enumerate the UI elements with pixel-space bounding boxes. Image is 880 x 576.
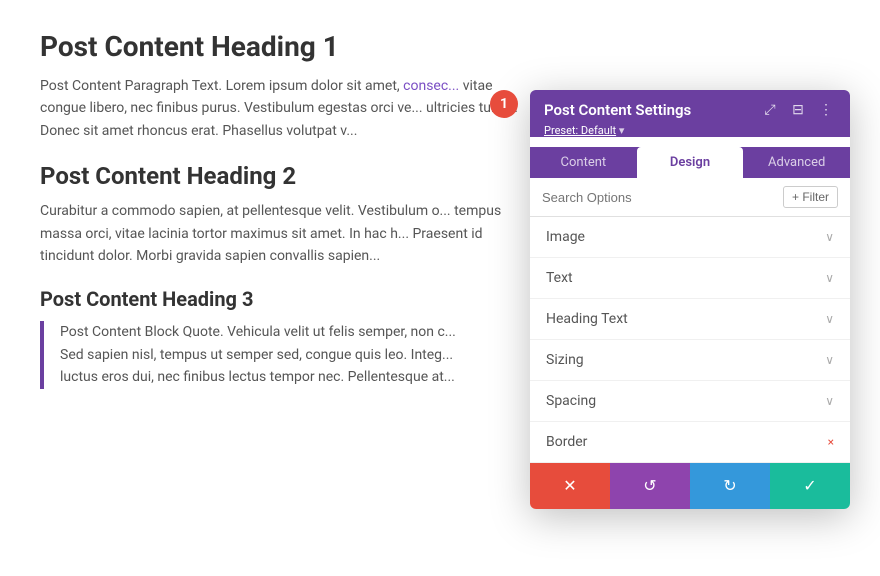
reset-button[interactable]: ↺ [610, 463, 690, 509]
panel-toolbar: ✕ ↺ ↻ ✓ [530, 463, 850, 509]
section-spacing[interactable]: Spacing ∨ [530, 381, 850, 422]
content-area: Post Content Heading 1 Post Content Para… [40, 30, 540, 389]
more-icon[interactable]: ⋮ [816, 100, 836, 120]
section-border-label: Border [546, 434, 587, 450]
heading-3: Post Content Heading 3 [40, 287, 540, 311]
blockquote: Post Content Block Quote. Vehicula velit… [40, 321, 540, 388]
heading-2: Post Content Heading 2 [40, 162, 540, 190]
panel-body: + Filter Image ∨ Text ∨ Heading Text ∨ S… [530, 178, 850, 463]
columns-icon[interactable]: ⊟ [788, 100, 808, 120]
expand-icon[interactable]: ⤢ [760, 100, 780, 120]
panel-header-top: Post Content Settings ⤢ ⊟ ⋮ [544, 100, 836, 120]
chevron-x-icon: × [828, 435, 834, 449]
paragraph-2: Curabitur a commodo sapien, at pellentes… [40, 200, 540, 267]
panel-preset: Preset: Default ▾ [544, 124, 836, 137]
search-bar: + Filter [530, 178, 850, 217]
heading-1: Post Content Heading 1 [40, 30, 540, 63]
search-input[interactable] [542, 190, 775, 205]
settings-panel: Post Content Settings ⤢ ⊟ ⋮ Preset: Defa… [530, 90, 850, 509]
page-content: Post Content Heading 1 Post Content Para… [0, 0, 880, 576]
section-border[interactable]: Border × [530, 422, 850, 463]
panel-title: Post Content Settings [544, 101, 691, 119]
section-heading-text-label: Heading Text [546, 311, 628, 327]
save-button[interactable]: ✓ [770, 463, 850, 509]
section-sizing-label: Sizing [546, 352, 584, 368]
paragraph-1: Post Content Paragraph Text. Lorem ipsum… [40, 75, 540, 142]
section-image-label: Image [546, 229, 585, 245]
chevron-down-icon: ∨ [825, 353, 834, 367]
tab-content[interactable]: Content [530, 147, 637, 178]
section-spacing-label: Spacing [546, 393, 596, 409]
chevron-down-icon: ∨ [825, 394, 834, 408]
step-badge: 1 [490, 90, 518, 118]
panel-header: Post Content Settings ⤢ ⊟ ⋮ Preset: Defa… [530, 90, 850, 137]
redo-button[interactable]: ↻ [690, 463, 770, 509]
section-text-label: Text [546, 270, 573, 286]
chevron-down-icon: ∨ [825, 230, 834, 244]
section-sizing[interactable]: Sizing ∨ [530, 340, 850, 381]
preset-link[interactable]: Preset: Default [544, 124, 616, 137]
section-image[interactable]: Image ∨ [530, 217, 850, 258]
panel-tabs: Content Design Advanced [530, 147, 850, 178]
chevron-down-icon: ∨ [825, 271, 834, 285]
filter-button[interactable]: + Filter [783, 186, 838, 208]
cancel-button[interactable]: ✕ [530, 463, 610, 509]
paragraph-link[interactable]: consec... [403, 78, 459, 94]
chevron-down-icon: ∨ [825, 312, 834, 326]
section-text[interactable]: Text ∨ [530, 258, 850, 299]
section-heading-text[interactable]: Heading Text ∨ [530, 299, 850, 340]
panel-header-icons: ⤢ ⊟ ⋮ [760, 100, 836, 120]
tab-design[interactable]: Design [637, 147, 744, 178]
tab-advanced[interactable]: Advanced [743, 147, 850, 178]
